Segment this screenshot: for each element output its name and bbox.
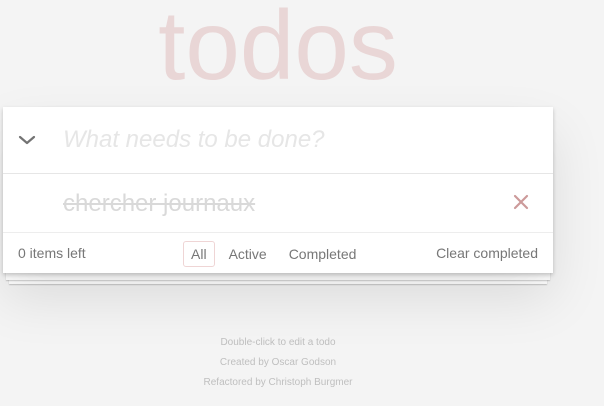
toggle-all-button[interactable] [3, 107, 51, 173]
app-header [3, 107, 553, 174]
close-icon [513, 190, 529, 215]
new-todo-input[interactable] [63, 107, 533, 173]
clear-completed-button[interactable]: Clear completed [436, 233, 538, 274]
checked-circle-icon [9, 187, 47, 226]
filter-active[interactable]: Active [221, 241, 275, 267]
app-footer: 0 items left All Active Completed Clear … [3, 233, 553, 273]
todo-complete-toggle[interactable] [9, 184, 47, 222]
info-footer: Double-click to edit a todo Created by O… [0, 333, 556, 393]
info-refactored-by: Refactored by Christoph Burgmer [203, 377, 353, 388]
todo-app: chercher journaux 0 items left All Activ… [3, 107, 553, 273]
todo-item[interactable]: chercher journaux [3, 174, 553, 233]
delete-todo-button[interactable] [509, 190, 533, 214]
todo-label[interactable]: chercher journaux [63, 174, 255, 232]
filter-all[interactable]: All [183, 241, 215, 267]
filter-completed[interactable]: Completed [281, 241, 365, 267]
info-edit-hint: Double-click to edit a todo [220, 337, 336, 348]
filters: All Active Completed [183, 241, 364, 267]
todo-list: chercher journaux [3, 174, 553, 233]
todo-count: 0 items left [18, 245, 86, 261]
chevron-down-icon [18, 134, 36, 146]
info-created-by: Created by Oscar Godson [219, 357, 337, 368]
app-title: todos [158, 0, 398, 100]
